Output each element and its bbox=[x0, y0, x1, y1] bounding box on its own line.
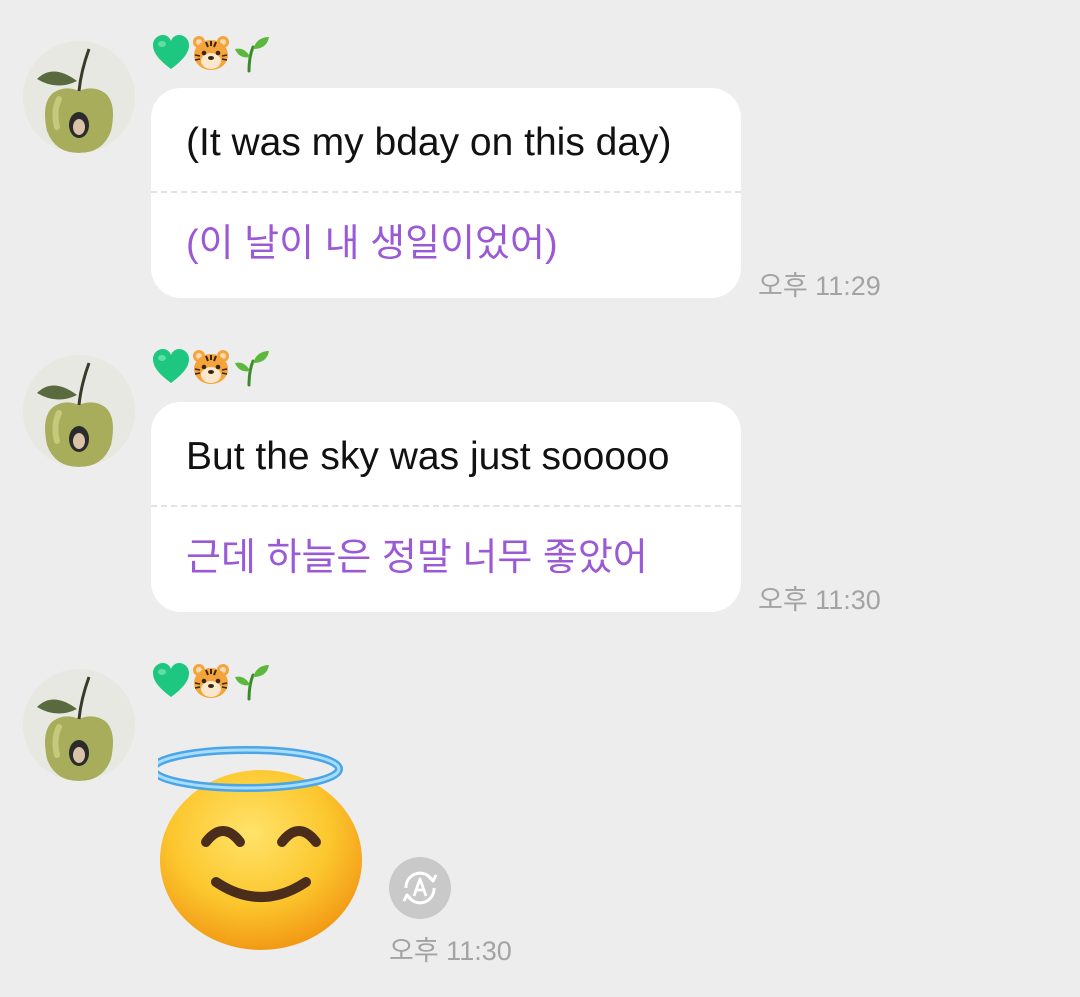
avatar[interactable] bbox=[23, 669, 135, 781]
message-text: But the sky was just sooooo bbox=[186, 435, 670, 478]
apple-avatar-image bbox=[23, 355, 135, 467]
seedling-icon bbox=[235, 37, 269, 73]
tiger-face-icon bbox=[193, 350, 229, 384]
apple-avatar-image bbox=[23, 669, 135, 781]
message-timestamp: 오후 11:30 bbox=[389, 936, 512, 966]
tiger-face-icon bbox=[193, 36, 229, 70]
avatar[interactable] bbox=[23, 355, 135, 467]
green-heart-icon bbox=[153, 663, 189, 697]
translate-button[interactable] bbox=[389, 857, 451, 919]
sender-badges bbox=[151, 33, 271, 73]
tiger-face-icon bbox=[193, 664, 229, 698]
green-heart-icon bbox=[153, 349, 189, 383]
chat-view: (It was my bday on this day) (이 날이 내 생일이… bbox=[0, 0, 1080, 997]
translation-divider bbox=[151, 191, 741, 193]
apple-avatar-image bbox=[23, 41, 135, 153]
avatar[interactable] bbox=[23, 41, 135, 153]
smiling-face-with-halo-icon[interactable] bbox=[158, 742, 364, 952]
message-bubble[interactable]: (It was my bday on this day) (이 날이 내 생일이… bbox=[151, 88, 741, 298]
translated-text: (이 날이 내 생일이었어) bbox=[186, 223, 558, 265]
message-timestamp: 오후 11:29 bbox=[758, 271, 881, 301]
message-bubble[interactable]: But the sky was just sooooo 근데 하늘은 정말 너무… bbox=[151, 402, 741, 612]
translate-icon bbox=[402, 871, 438, 905]
translated-text: 근데 하늘은 정말 너무 좋았어 bbox=[186, 537, 648, 579]
message-text: (It was my bday on this day) bbox=[186, 121, 672, 164]
seedling-icon bbox=[235, 351, 269, 387]
message-timestamp: 오후 11:30 bbox=[758, 585, 881, 615]
translation-divider bbox=[151, 505, 741, 507]
green-heart-icon bbox=[153, 35, 189, 69]
sender-badges bbox=[151, 347, 271, 387]
seedling-icon bbox=[235, 665, 269, 701]
sender-badges bbox=[151, 661, 271, 701]
